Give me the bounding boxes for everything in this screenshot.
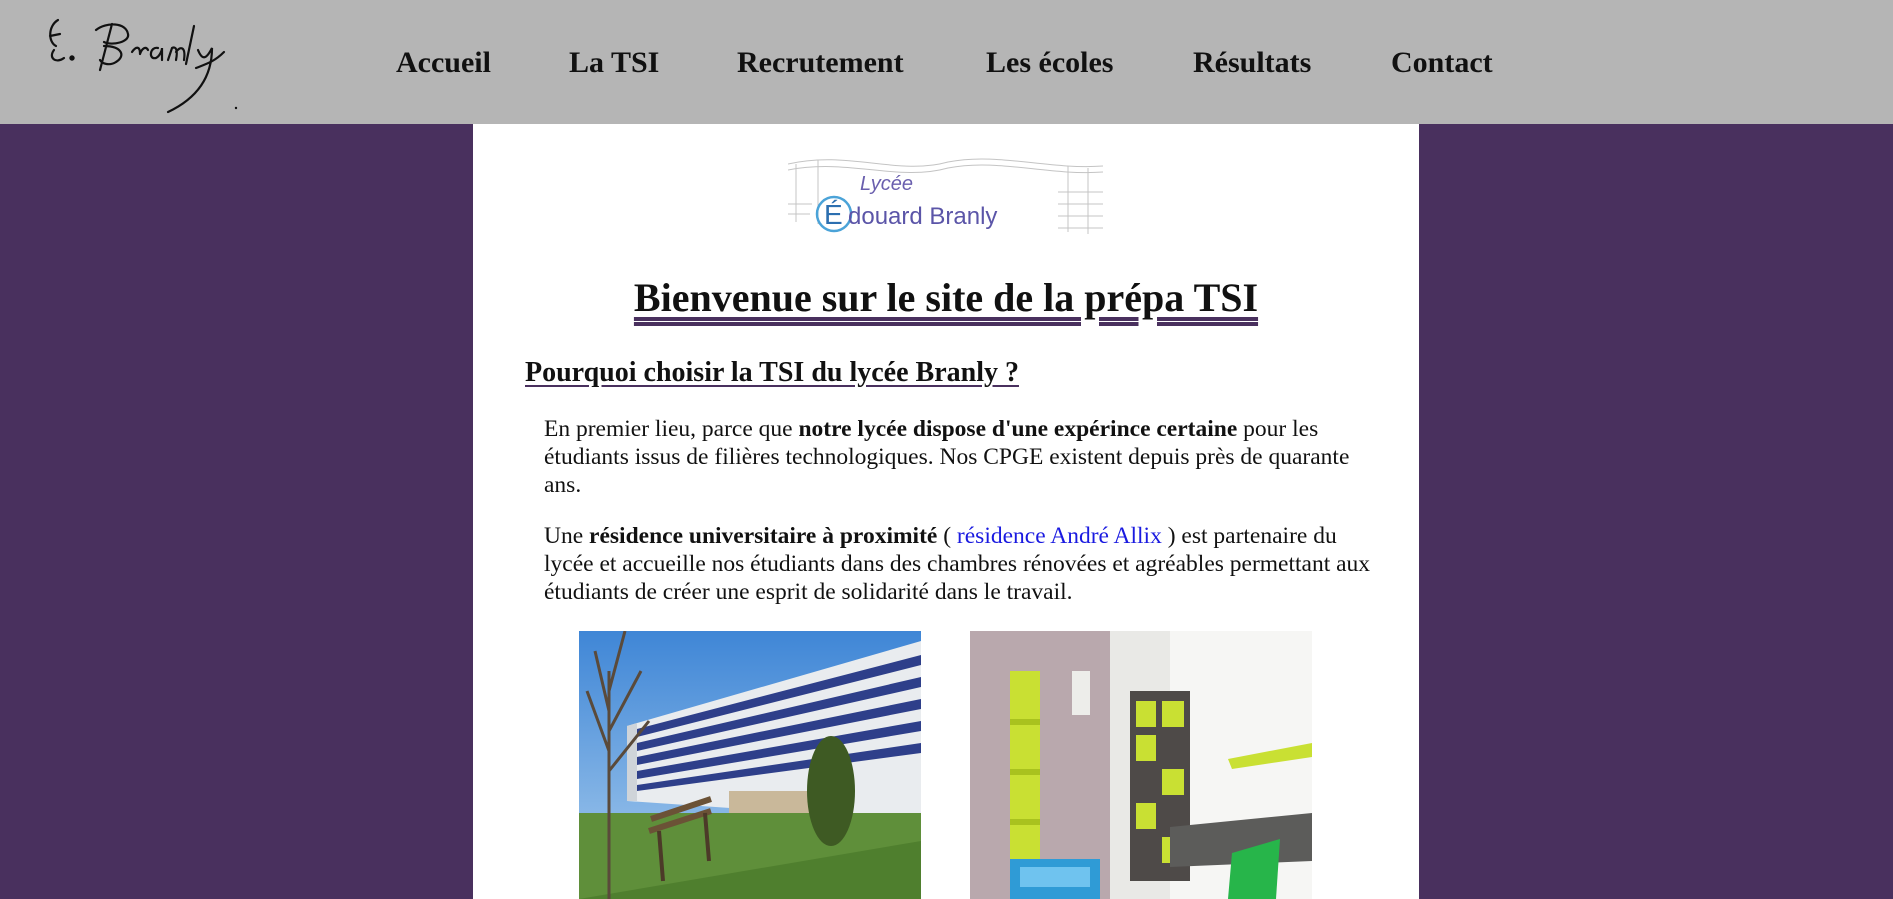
nav-contact[interactable]: Contact (1391, 40, 1493, 86)
logo-line-lycee: Lycée (860, 173, 913, 195)
student-room-photo (970, 631, 1312, 899)
logo-letter-e: É (824, 199, 843, 230)
residence-andre-allix-link[interactable]: résidence André Allix (957, 523, 1162, 549)
residence-text-paren: ( (937, 523, 957, 549)
nav-les-ecoles[interactable]: Les écoles (986, 40, 1113, 86)
residence-text-bold: résidence universitaire à proximité (589, 523, 938, 549)
content-panel: Lycée É douard Branly Bienvenue sur le s… (473, 124, 1419, 899)
section-title: Pourquoi choisir la TSI du lycée Branly … (525, 357, 1019, 388)
logo-line-name: douard Branly (848, 203, 997, 230)
nav-la-tsi[interactable]: La TSI (569, 40, 659, 86)
intro-text-bold: notre lycée dispose d'une expérince cert… (798, 416, 1238, 442)
nav-accueil[interactable]: Accueil (396, 40, 491, 86)
nav-resultats[interactable]: Résultats (1193, 40, 1311, 86)
residence-text-start: Une (544, 523, 590, 549)
residence-paragraph: Une résidence universitaire à proximité … (544, 522, 1374, 606)
intro-paragraph: En premier lieu, parce que notre lycée d… (544, 415, 1374, 499)
page-title: Bienvenue sur le site de la prépa TSI (633, 275, 1259, 320)
branly-signature-logo[interactable] (46, 12, 246, 116)
intro-text-start: En premier lieu, parce que (544, 416, 799, 442)
lycee-branly-logo: Lycée É douard Branly (788, 158, 1103, 234)
residence-building-photo (579, 631, 921, 899)
site-header: Accueil La TSI Recrutement Les écoles Ré… (0, 0, 1893, 124)
nav-recrutement[interactable]: Recrutement (737, 40, 904, 86)
